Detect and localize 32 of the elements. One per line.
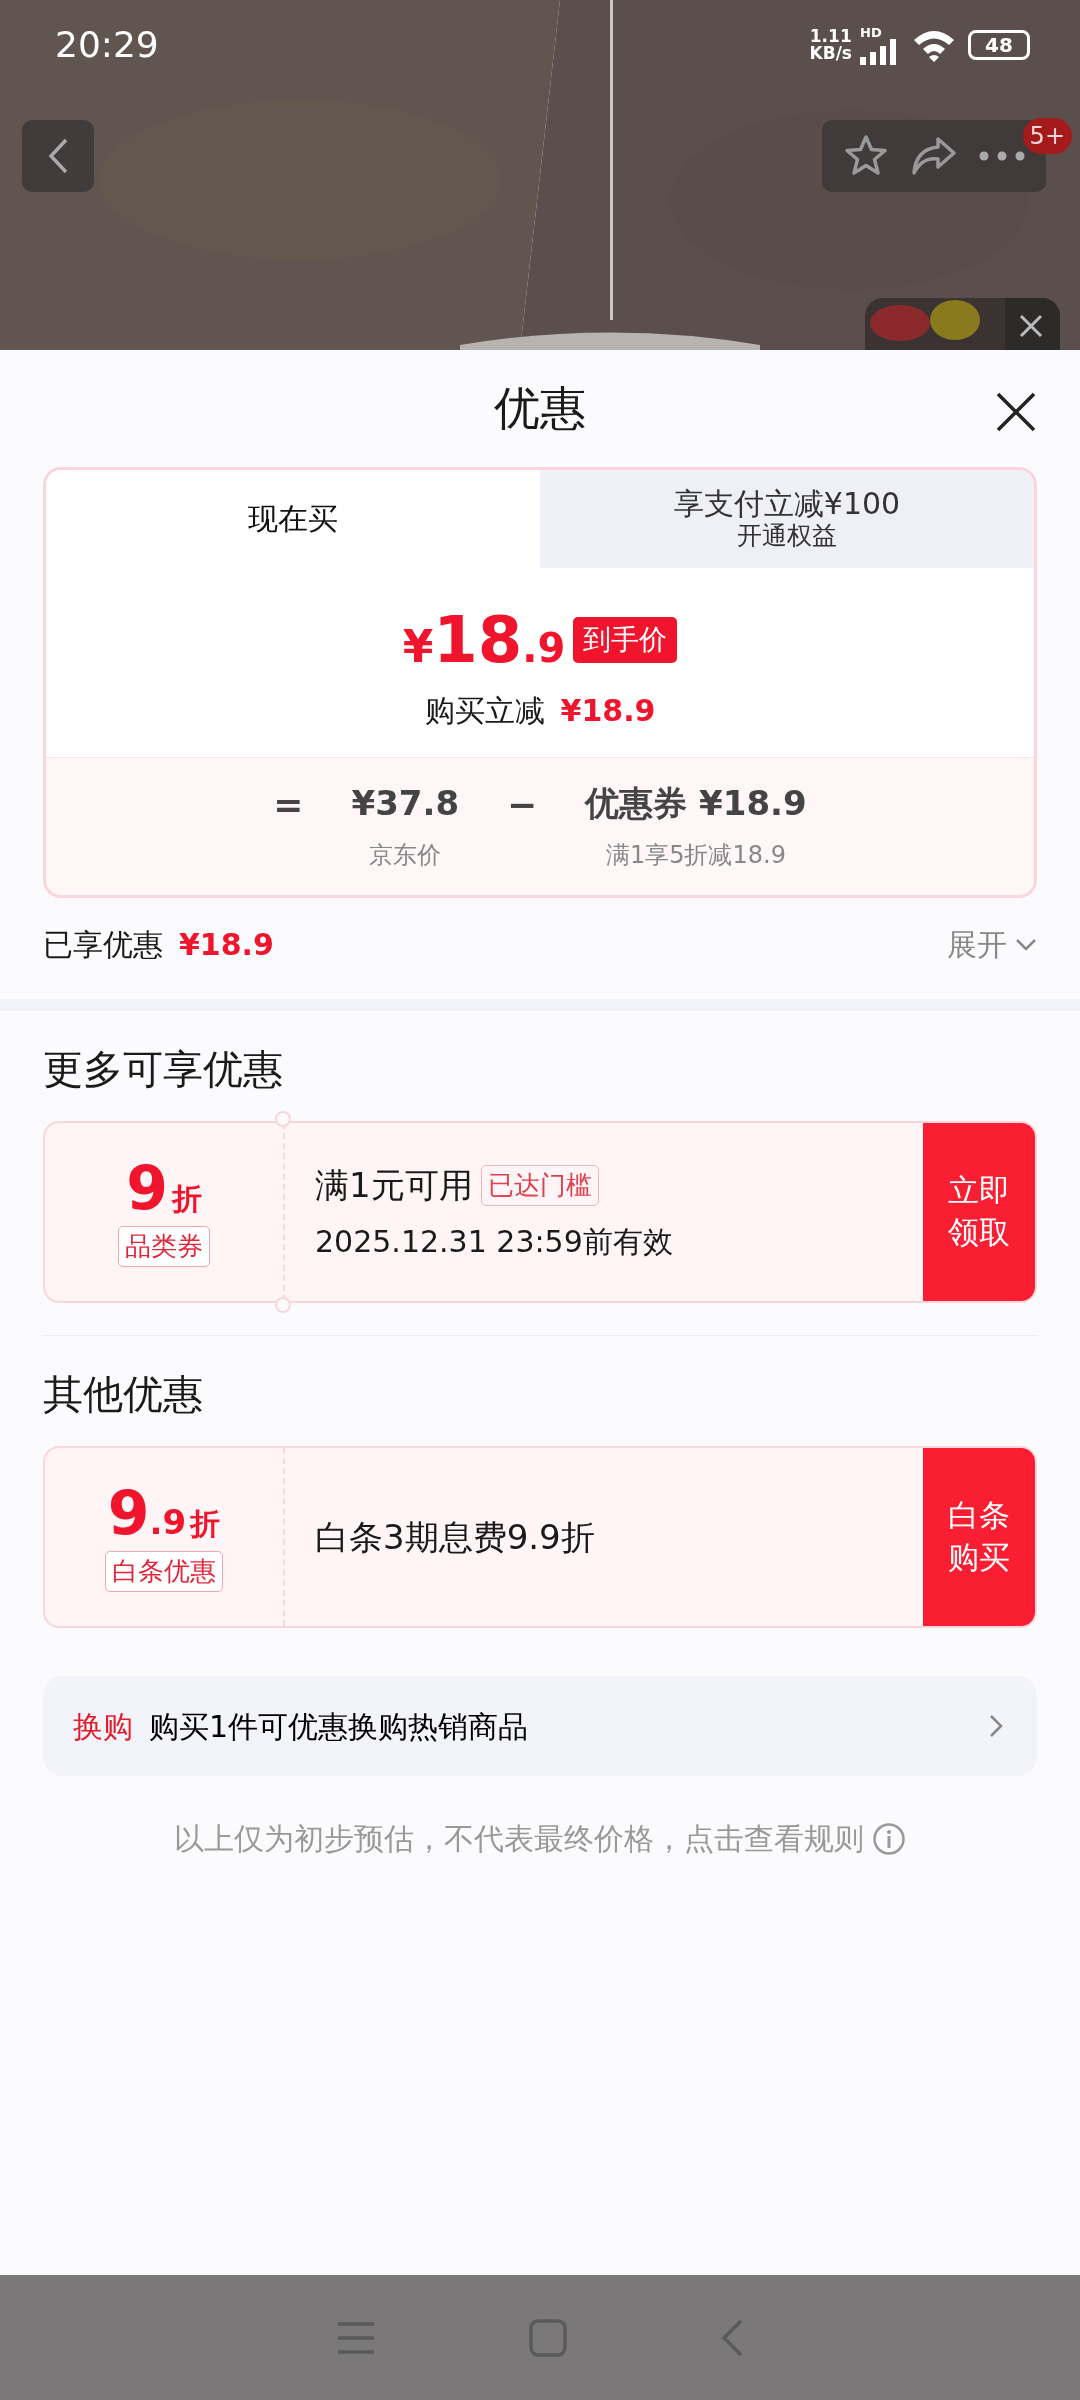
validity-text: 2025.12.31 23:59前有效 — [315, 1223, 674, 1261]
coupon-type: 品类券 — [118, 1225, 210, 1267]
coupon-title: 满1元可用 — [315, 1164, 473, 1207]
enjoyed-value: ¥18.9 — [179, 926, 274, 964]
claim-button[interactable]: 立即 领取 — [923, 1123, 1035, 1301]
reduction-value: ¥18.9 — [560, 692, 656, 730]
price-caption: 京东价 — [369, 840, 442, 871]
tab[interactable]: 享支付立减¥100 开通权益 — [540, 470, 1034, 568]
price-term: ¥37.8 — [351, 782, 460, 825]
price-term: 优惠券 ¥18.9 — [585, 782, 807, 825]
coupon-type: 白条优惠 — [105, 1550, 223, 1592]
final-price: ¥18.9 — [402, 602, 566, 679]
disclaimer-text[interactable]: 以上仅为初步预估，不代表最终价格，点击查看规则 — [174, 1816, 864, 1861]
price-caption: 满1享5折减18.9 — [605, 840, 786, 871]
section-title: 更多可享优惠 — [43, 1046, 283, 1092]
chevron-right-icon — [989, 1714, 1003, 1738]
enjoyed-label: 已享优惠 — [43, 926, 163, 964]
discount-value: 9.9折 — [107, 1482, 221, 1543]
coupon-status-tag: 已达门槛 — [480, 1165, 599, 1206]
sheet-title: 优惠 — [494, 381, 586, 435]
coupon-title: 白条3期息费9.9折 — [315, 1515, 595, 1559]
trade-in-row[interactable]: 换购 购买1件可优惠换购热销商品 — [43, 1676, 1037, 1776]
info-icon[interactable] — [872, 1821, 906, 1856]
operator-sign: − — [507, 783, 538, 827]
price-tag: 到手价 — [573, 617, 678, 663]
section-title: 其他优惠 — [43, 1371, 203, 1417]
reduction-label: 购买立减 — [424, 692, 545, 730]
chevron-down-icon — [1015, 937, 1037, 952]
operator-sign: = — [273, 783, 304, 827]
claim-button[interactable]: 白条 购买 — [923, 1448, 1035, 1626]
expand-button[interactable]: 展开 — [947, 922, 1037, 967]
discount-value: 9 折 — [126, 1157, 202, 1218]
